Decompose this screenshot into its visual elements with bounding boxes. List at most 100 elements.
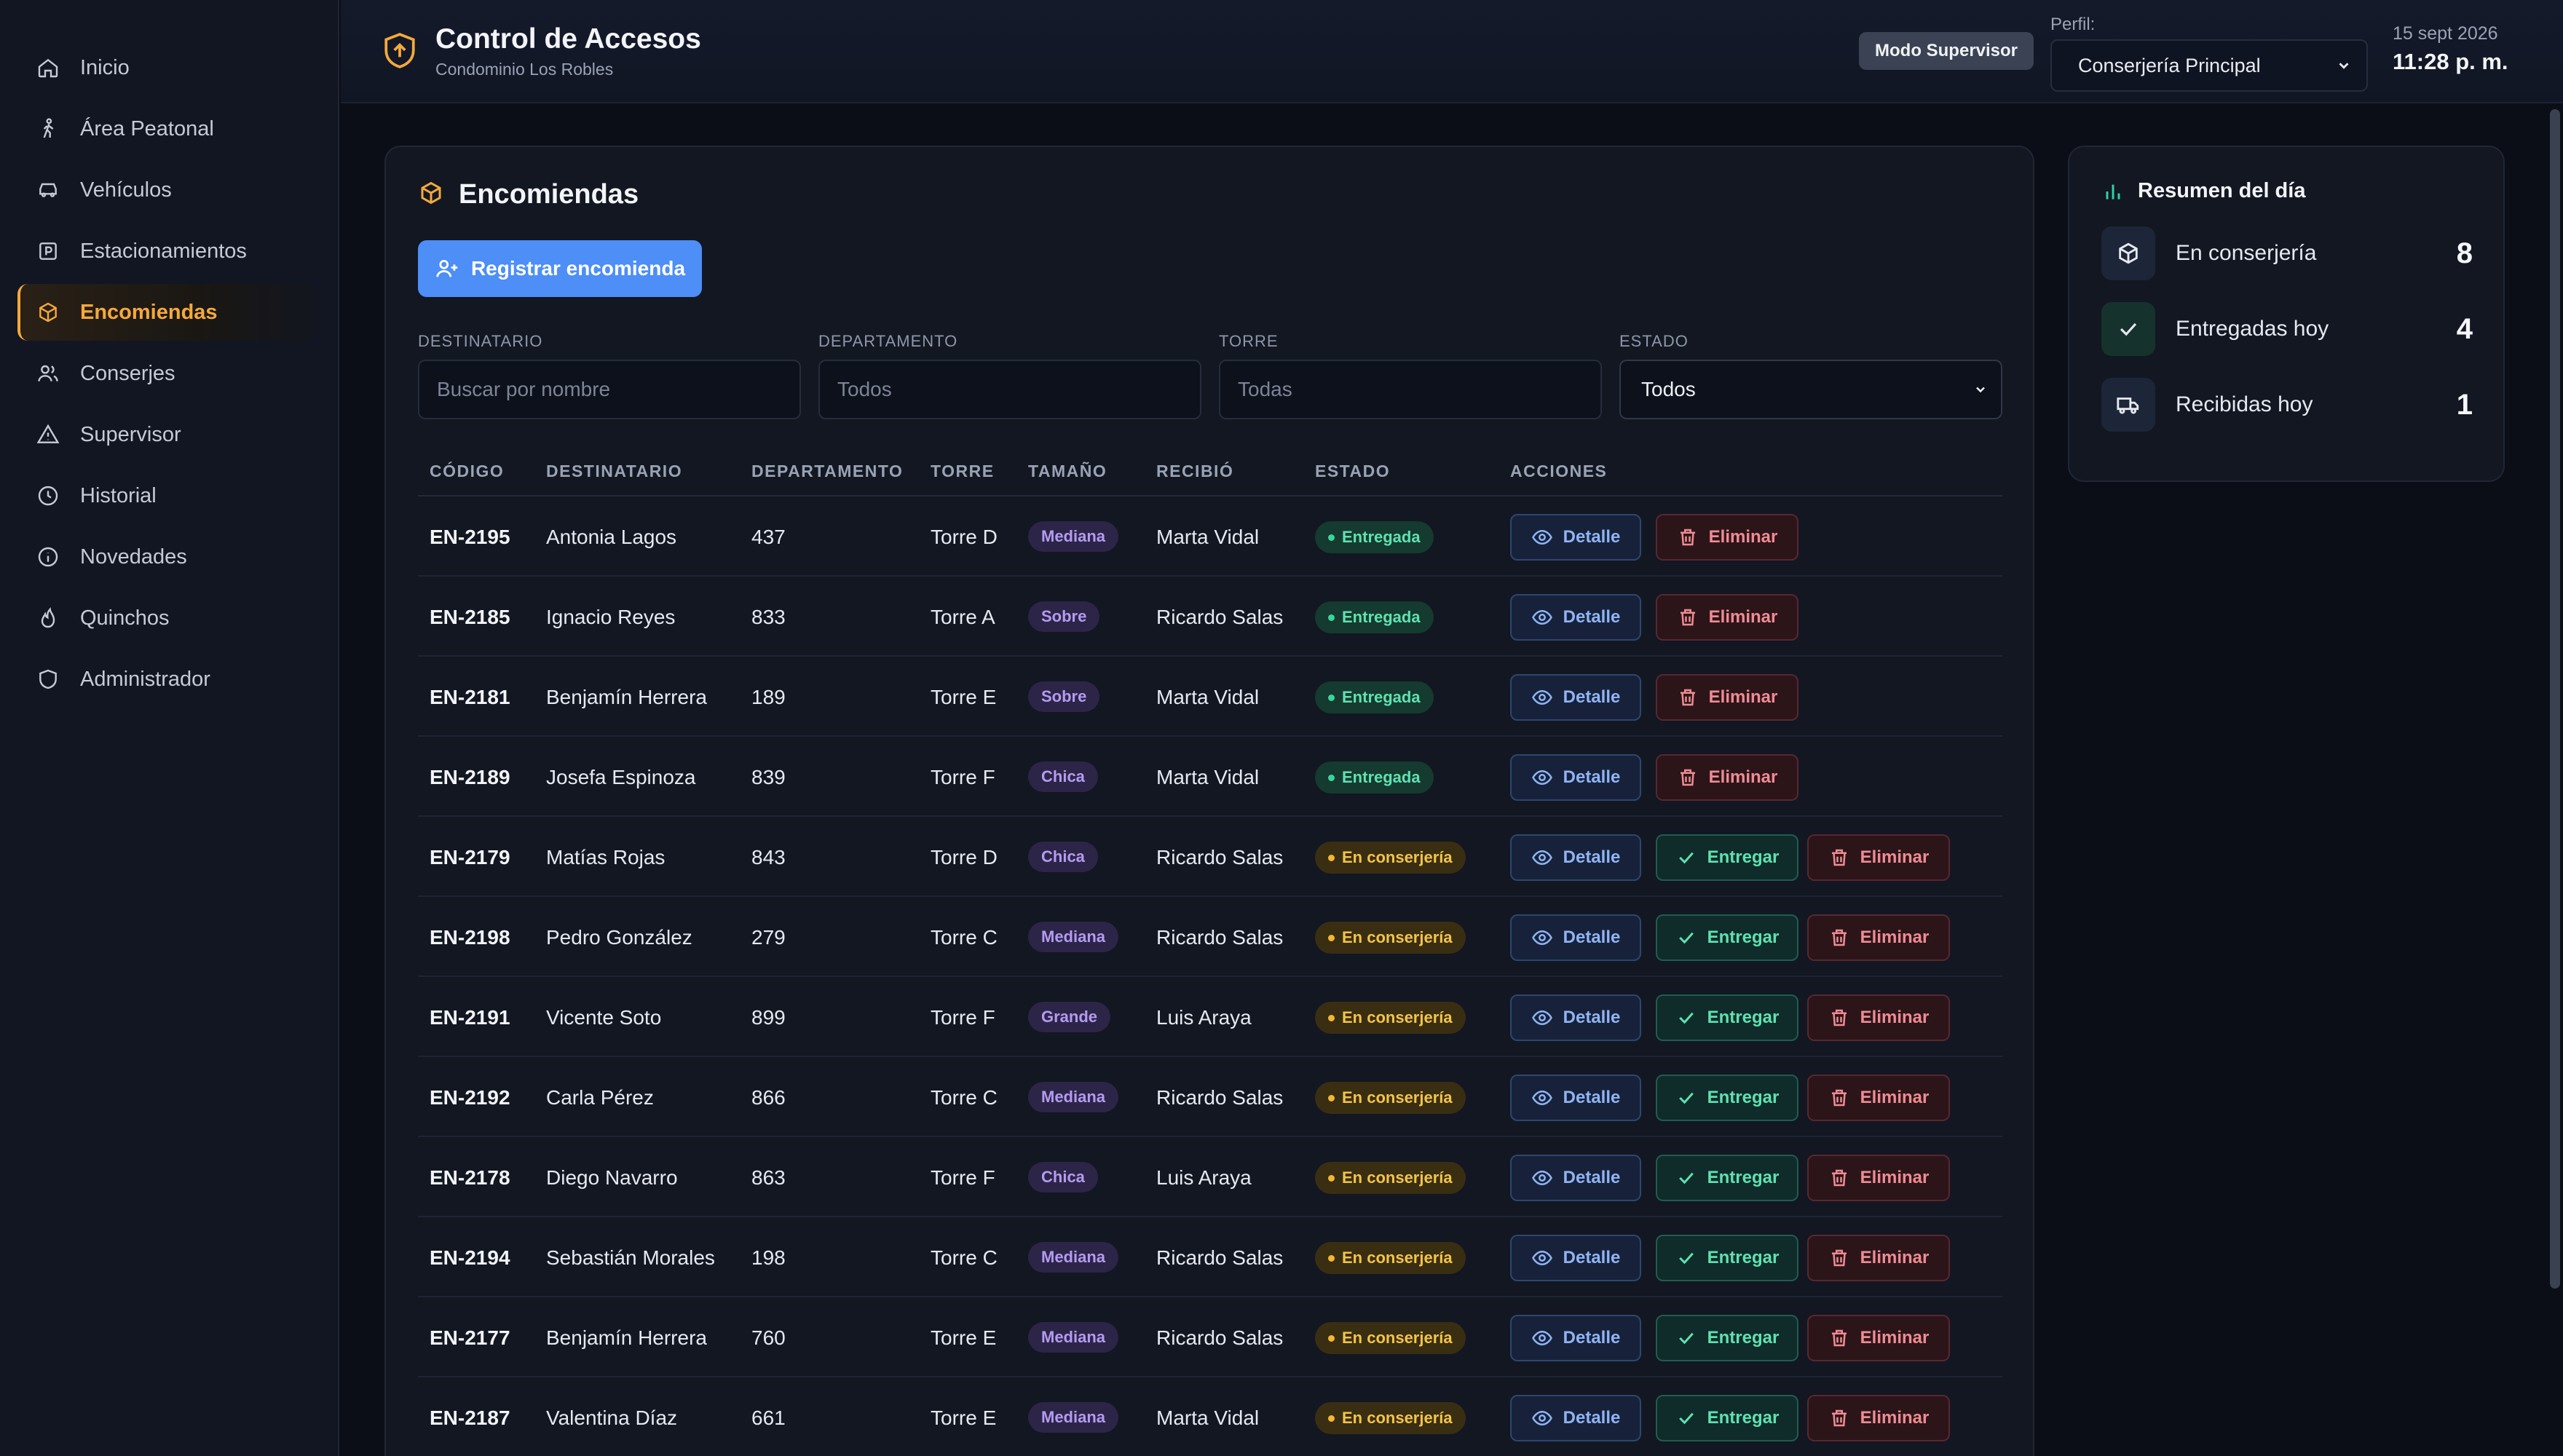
detail-button[interactable]: Detalle xyxy=(1510,994,1641,1041)
detail-button[interactable]: Detalle xyxy=(1510,834,1641,881)
sidebar-item-area-peatonal[interactable]: Área Peatonal xyxy=(17,100,319,157)
table-row[interactable]: EN-2187 Valentina Díaz 661 Torre E Mediana Ma… xyxy=(418,1377,2002,1456)
department-number: 839 xyxy=(751,766,786,788)
delete-button[interactable]: Eliminar xyxy=(1807,994,1950,1041)
col-departamento[interactable]: DEPARTAMENTO xyxy=(751,462,903,481)
delete-button[interactable]: Eliminar xyxy=(1656,674,1798,721)
delete-button[interactable]: Eliminar xyxy=(1656,754,1798,801)
detail-label: Detalle xyxy=(1563,1008,1621,1027)
detail-button[interactable]: Detalle xyxy=(1510,1155,1641,1201)
eye-icon xyxy=(1531,1330,1552,1346)
detail-button[interactable]: Detalle xyxy=(1510,1075,1641,1121)
summary-label: Recibidas hoy xyxy=(2176,392,2313,416)
size-badge: Chica xyxy=(1028,761,1098,792)
summary-item-entregadas-hoy: Entregadas hoy 4 xyxy=(2101,301,2473,357)
table-row[interactable]: EN-2185 Ignacio Reyes 833 Torre A Sobre Ricar… xyxy=(418,577,2002,657)
sidebar-item-inicio[interactable]: Inicio xyxy=(17,39,319,96)
mode-badge[interactable]: Modo Supervisor xyxy=(1859,32,2034,70)
deliver-button[interactable]: Entregar xyxy=(1656,1075,1798,1121)
table-row[interactable]: EN-2194 Sebastián Morales 198 Torre C Median… xyxy=(418,1217,2002,1297)
department-number: 863 xyxy=(751,1166,786,1189)
tower-name: Torre E xyxy=(931,686,997,708)
destinatario-input[interactable]: Buscar por nombre xyxy=(418,360,801,419)
table-row[interactable]: EN-2191 Vicente Soto 899 Torre F Grande Luis … xyxy=(418,977,2002,1057)
delete-button[interactable]: Eliminar xyxy=(1807,1075,1950,1121)
department-number: 760 xyxy=(751,1326,786,1349)
estado-select[interactable]: Todos xyxy=(1619,360,2002,419)
delete-button[interactable]: Eliminar xyxy=(1807,1235,1950,1281)
table-row[interactable]: EN-2179 Matías Rojas 843 Torre D Chica Ricard… xyxy=(418,817,2002,897)
deliver-button[interactable]: Entregar xyxy=(1656,1395,1798,1441)
deliver-button[interactable]: Entregar xyxy=(1656,994,1798,1041)
detail-button[interactable]: Detalle xyxy=(1510,1395,1641,1441)
col-destinatario[interactable]: DESTINATARIO xyxy=(546,462,682,481)
table-row[interactable]: EN-2192 Carla Pérez 866 Torre C Mediana Ricar… xyxy=(418,1057,2002,1137)
col-torre[interactable]: TORRE xyxy=(931,462,995,481)
delete-button[interactable]: Eliminar xyxy=(1807,1395,1950,1441)
parking-icon xyxy=(36,240,60,263)
deliver-button[interactable]: Entregar xyxy=(1656,1155,1798,1201)
eye-icon xyxy=(1531,930,1552,946)
summary-label: En conserjería xyxy=(2176,241,2317,265)
sidebar-item-encomiendas[interactable]: Encomiendas xyxy=(17,284,319,341)
delete-button[interactable]: Eliminar xyxy=(1807,914,1950,961)
summary-value: 8 xyxy=(2456,237,2473,269)
table-row[interactable]: EN-2189 Josefa Espinoza 839 Torre F Chica Mar… xyxy=(418,737,2002,817)
delete-button[interactable]: Eliminar xyxy=(1656,594,1798,641)
received-by: Luis Araya xyxy=(1156,1006,1252,1029)
table-row[interactable]: EN-2178 Diego Navarro 863 Torre F Chica Luis … xyxy=(418,1137,2002,1217)
detail-label: Detalle xyxy=(1563,607,1621,627)
delete-button[interactable]: Eliminar xyxy=(1807,1155,1950,1201)
col-estado[interactable]: ESTADO xyxy=(1315,462,1390,481)
col-tamano[interactable]: TAMAÑO xyxy=(1028,462,1107,481)
deliver-button[interactable]: Entregar xyxy=(1656,834,1798,881)
deliver-label: Entregar xyxy=(1707,1008,1780,1027)
torre-input[interactable]: Todas xyxy=(1219,360,1602,419)
size-badge: Sobre xyxy=(1028,681,1100,712)
status-dot xyxy=(1328,1334,1335,1342)
deliver-button[interactable]: Entregar xyxy=(1656,1315,1798,1361)
detail-button[interactable]: Detalle xyxy=(1510,514,1641,561)
detail-button[interactable]: Detalle xyxy=(1510,1235,1641,1281)
status-badge: En conserjería xyxy=(1315,1082,1466,1114)
delete-button[interactable]: Eliminar xyxy=(1656,514,1798,561)
perfil-select[interactable]: Conserjería Principal xyxy=(2050,39,2368,92)
table-row[interactable]: EN-2198 Pedro González 279 Torre C Mediana Ri… xyxy=(418,897,2002,977)
col-recibio[interactable]: RECIBIÓ xyxy=(1156,462,1233,481)
sidebar-item-quinchos[interactable]: Quinchos xyxy=(17,590,319,646)
detail-button[interactable]: Detalle xyxy=(1510,674,1641,721)
summary-value: 1 xyxy=(2456,388,2473,421)
package-code: EN-2177 xyxy=(430,1326,510,1349)
sidebar-item-vehiculos[interactable]: Vehículos xyxy=(17,162,319,218)
delete-button[interactable]: Eliminar xyxy=(1807,834,1950,881)
sidebar-item-historial[interactable]: Historial xyxy=(17,467,319,524)
table-row[interactable]: EN-2177 Benjamín Herrera 760 Torre E Mediana… xyxy=(418,1297,2002,1377)
detail-button[interactable]: Detalle xyxy=(1510,754,1641,801)
delete-label: Eliminar xyxy=(1860,1168,1930,1187)
sidebar-item-estacionamientos[interactable]: Estacionamientos xyxy=(17,223,319,280)
deliver-label: Entregar xyxy=(1707,1248,1780,1267)
delete-label: Eliminar xyxy=(1708,687,1778,707)
deliver-button[interactable]: Entregar xyxy=(1656,914,1798,961)
delete-button[interactable]: Eliminar xyxy=(1807,1315,1950,1361)
home-icon xyxy=(36,56,60,79)
status-badge: Entregada xyxy=(1315,761,1434,794)
check-icon xyxy=(1678,852,1694,864)
table-row[interactable]: EN-2181 Benjamín Herrera 189 Torre E Sobre Ma… xyxy=(418,657,2002,737)
sidebar-item-conserjes[interactable]: Conserjes xyxy=(17,345,319,402)
register-package-button[interactable]: Registrar encomienda xyxy=(418,240,702,297)
sidebar-item-supervisor[interactable]: Supervisor xyxy=(17,406,319,463)
page-scrollbar[interactable] xyxy=(2550,109,2560,1289)
departamento-input[interactable]: Todos xyxy=(818,360,1201,419)
sidebar-item-administrador[interactable]: Administrador xyxy=(17,651,319,708)
col-codigo[interactable]: CÓDIGO xyxy=(430,462,504,481)
detail-button[interactable]: Detalle xyxy=(1510,1315,1641,1361)
package-icon xyxy=(2101,226,2155,280)
trash-icon xyxy=(1831,1089,1847,1107)
detail-button[interactable]: Detalle xyxy=(1510,594,1641,641)
deliver-button[interactable]: Entregar xyxy=(1656,1235,1798,1281)
detail-button[interactable]: Detalle xyxy=(1510,914,1641,961)
table-row[interactable]: EN-2195 Antonia Lagos 437 Torre D Mediana Mar… xyxy=(418,496,2002,577)
sidebar-item-novedades[interactable]: Novedades xyxy=(17,529,319,585)
delete-label: Eliminar xyxy=(1860,847,1930,867)
